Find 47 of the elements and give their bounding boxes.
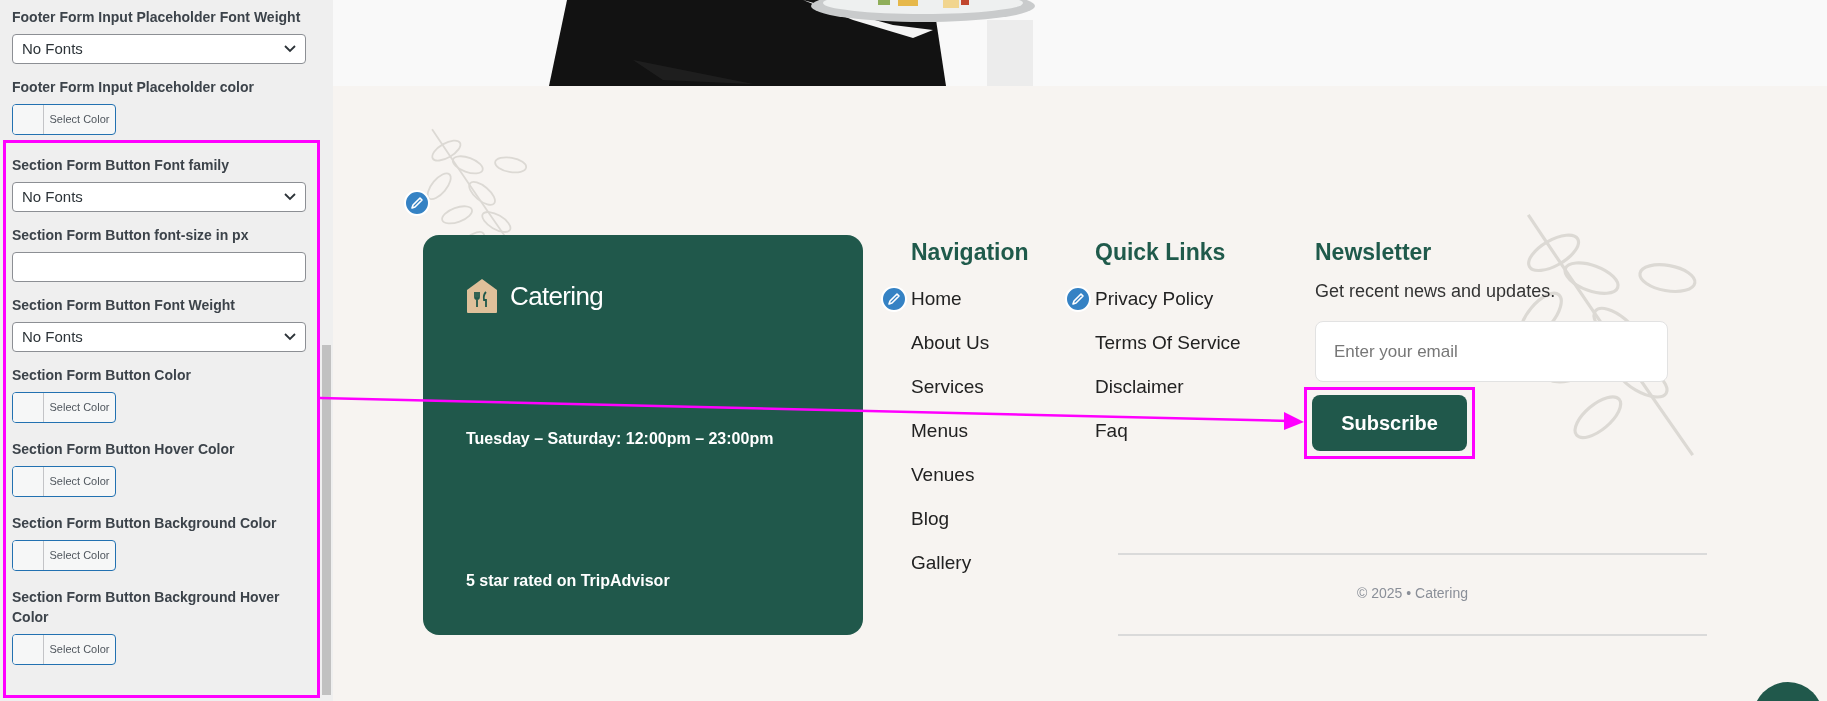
column-heading: Navigation <box>911 238 1030 266</box>
edit-icon[interactable] <box>1065 286 1091 312</box>
email-field[interactable]: Enter your email <box>1315 321 1668 382</box>
field-label: Footer Form Input Placeholder color <box>12 78 255 97</box>
opening-hours: Tuesday – Saturday: 12:00pm – 23:00pm <box>466 429 775 449</box>
chevron-icon <box>284 333 296 341</box>
select-color-button[interactable]: Select Color <box>12 634 116 665</box>
footer-link[interactable]: Home <box>911 284 962 314</box>
footer-link[interactable]: Gallery <box>911 548 972 578</box>
rating-text: 5 star rated on TripAdvisor <box>466 571 671 591</box>
footer-link[interactable]: Terms Of Service <box>1095 328 1241 358</box>
edit-icon[interactable] <box>881 286 907 312</box>
footer-link[interactable]: Faq <box>1095 416 1128 446</box>
chevron-icon <box>284 193 296 201</box>
column-heading: Newsletter <box>1315 238 1433 266</box>
edit-icon[interactable] <box>404 190 430 216</box>
footer-link[interactable]: Blog <box>911 504 950 534</box>
input-field[interactable] <box>12 252 306 282</box>
field-label: Section Form Button Font family <box>12 156 230 175</box>
copyright-text: © 2025 • Catering <box>1357 584 1468 603</box>
footer-link[interactable]: Services <box>911 372 984 402</box>
select-color-button[interactable]: Select Color <box>12 392 116 423</box>
field-label: Section Form Button Background Color <box>12 514 278 533</box>
field-label: Section Form Button Color <box>12 366 192 385</box>
select-color-button[interactable]: Select Color <box>12 540 116 571</box>
field-label: Section Form Button Font Weight <box>12 296 236 315</box>
column-heading: Quick Links <box>1095 238 1227 266</box>
select-color-button[interactable]: Select Color <box>12 104 116 135</box>
font-select[interactable]: No Fonts <box>12 322 306 352</box>
footer-link[interactable]: Privacy Policy <box>1095 284 1214 314</box>
font-select[interactable]: No Fonts <box>12 182 306 212</box>
footer-link[interactable]: Disclaimer <box>1095 372 1184 402</box>
logo-icon <box>466 278 498 314</box>
footer-link[interactable]: Menus <box>911 416 969 446</box>
field-label: Section Form Button Hover Color <box>12 440 236 459</box>
footer-link[interactable]: Venues <box>911 460 975 490</box>
field-label: Footer Form Input Placeholder Font Weight <box>12 8 302 27</box>
brand-name: Catering <box>510 279 604 313</box>
chevron-icon <box>284 45 296 53</box>
scrollbar[interactable] <box>322 345 331 695</box>
font-select[interactable]: No Fonts <box>12 34 306 64</box>
newsletter-text: Get recent news and updates. <box>1315 280 1557 303</box>
footer-link[interactable]: About Us <box>911 328 990 358</box>
field-label: Section Form Button Background Hover Color <box>12 588 281 627</box>
field-label: Section Form Button font-size in px <box>12 226 250 245</box>
subscribe-button[interactable]: Subscribe <box>1312 395 1467 451</box>
select-color-button[interactable]: Select Color <box>12 466 116 497</box>
